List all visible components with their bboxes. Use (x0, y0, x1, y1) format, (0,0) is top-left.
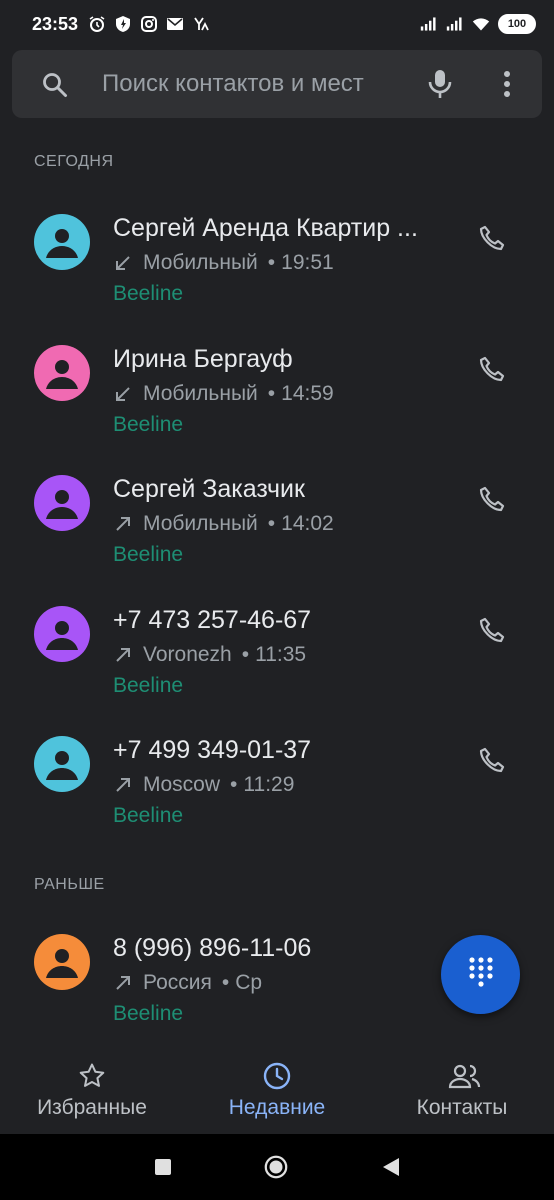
contact-name: Ирина Бергауф (113, 345, 293, 373)
call-location: Moscow (143, 773, 221, 796)
search-icon[interactable] (42, 72, 68, 98)
call-time: Ср (235, 971, 263, 994)
call-type: Мобильный (143, 382, 258, 405)
tab-recents[interactable]: Недавние (207, 1048, 347, 1134)
avatar (34, 475, 90, 531)
phone-icon[interactable] (478, 746, 506, 774)
call-details: Мобильный • 19:51 (113, 251, 334, 275)
call-log-item[interactable]: +7 473 257-46-67 Voronezh • 11:35 Beelin… (0, 588, 554, 718)
call-log-item[interactable]: Ирина Бергауф Мобильный • 14:59 Beeline (0, 327, 554, 457)
avatar (34, 345, 90, 401)
separator: • (267, 251, 276, 274)
carrier-label: Beeline (113, 282, 184, 305)
avatar (34, 606, 90, 662)
search-bar[interactable]: Поиск контактов и мест (12, 50, 542, 118)
call-details: Moscow • 11:29 (113, 773, 294, 797)
carrier-label: Beeline (113, 413, 184, 436)
alarm-icon (88, 15, 106, 33)
wifi-icon (472, 15, 490, 33)
incoming-call-icon (113, 253, 133, 273)
system-navigation-bar (0, 1134, 554, 1200)
separator: • (221, 971, 230, 994)
signal-icon (420, 15, 438, 33)
search-input[interactable]: Поиск контактов и мест (102, 70, 364, 98)
bottom-navigation: Избранные Недавние Контакты (0, 1048, 554, 1134)
carrier-label: Beeline (113, 1002, 184, 1025)
mail-icon (166, 15, 184, 33)
call-time: 14:02 (281, 512, 334, 535)
call-details: Мобильный • 14:02 (113, 512, 334, 536)
call-log-item[interactable]: Сергей Заказчик Мобильный • 14:02 Beelin… (0, 457, 554, 587)
contact-name: Сергей Заказчик (113, 475, 305, 503)
tab-contacts-label: Контакты (416, 1096, 508, 1119)
mic-icon[interactable] (426, 68, 454, 100)
call-details: Россия • Ср (113, 971, 262, 995)
call-time: 11:29 (243, 773, 295, 796)
signal-icon (446, 15, 464, 33)
instagram-icon (140, 15, 158, 33)
call-log-item[interactable]: +7 499 349-01-37 Moscow • 11:29 Beeline (0, 718, 554, 848)
outgoing-call-icon (113, 645, 133, 665)
separator: • (241, 643, 250, 666)
recents-square-icon[interactable] (150, 1154, 176, 1180)
call-time: 19:51 (281, 251, 334, 274)
status-time: 23:53 (32, 13, 79, 34)
call-details: Voronezh • 11:35 (113, 643, 306, 667)
separator: • (230, 773, 238, 796)
contact-name: 8 (996) 896-11-06 (113, 934, 312, 962)
back-triangle-icon[interactable] (378, 1154, 404, 1180)
call-location: Voronezh (143, 643, 232, 666)
avatar (34, 214, 90, 270)
incoming-call-icon (113, 384, 133, 404)
dialpad-icon (466, 956, 496, 993)
yandex-icon (192, 15, 210, 33)
call-time: 11:35 (255, 643, 307, 666)
section-header-earlier: РАНЬШЕ (34, 876, 105, 893)
battery-icon: 100 (498, 14, 536, 34)
contact-name: Сергей Аренда Квартир ... (113, 214, 418, 242)
call-location: Россия (143, 971, 212, 994)
avatar (34, 934, 90, 990)
call-details: Мобильный • 14:59 (113, 382, 334, 406)
outgoing-call-icon (113, 775, 133, 795)
clock-icon (263, 1062, 291, 1090)
phone-icon[interactable] (478, 616, 506, 644)
carrier-label: Beeline (113, 804, 184, 827)
separator: • (267, 512, 276, 535)
star-icon (78, 1062, 106, 1090)
carrier-label: Beeline (113, 543, 184, 566)
contact-name: +7 473 257-46-67 (113, 606, 312, 634)
phone-icon[interactable] (478, 485, 506, 513)
call-log-item[interactable]: Сергей Аренда Квартир ... Мобильный • 19… (0, 196, 554, 326)
separator: • (267, 382, 276, 405)
tab-recents-label: Недавние (228, 1096, 326, 1119)
outgoing-call-icon (113, 973, 133, 993)
contact-name: +7 499 349-01-37 (113, 736, 312, 764)
tab-contacts[interactable]: Контакты (392, 1048, 532, 1134)
call-type: Мобильный (143, 251, 258, 274)
shield-icon (114, 15, 132, 33)
tab-favorites[interactable]: Избранные (22, 1048, 162, 1134)
dialpad-button[interactable] (441, 935, 520, 1014)
tab-favorites-label: Избранные (37, 1096, 147, 1119)
section-header-today: СЕГОДНЯ (34, 153, 114, 170)
outgoing-call-icon (113, 514, 133, 534)
phone-icon[interactable] (478, 355, 506, 383)
avatar (34, 736, 90, 792)
phone-icon[interactable] (478, 224, 506, 252)
call-type: Мобильный (143, 512, 258, 535)
home-circle-icon[interactable] (263, 1154, 289, 1180)
more-vert-icon[interactable] (496, 68, 518, 100)
status-bar: 23:53 100 (0, 0, 554, 48)
carrier-label: Beeline (113, 674, 184, 697)
people-icon (448, 1062, 481, 1090)
call-time: 14:59 (281, 382, 334, 405)
